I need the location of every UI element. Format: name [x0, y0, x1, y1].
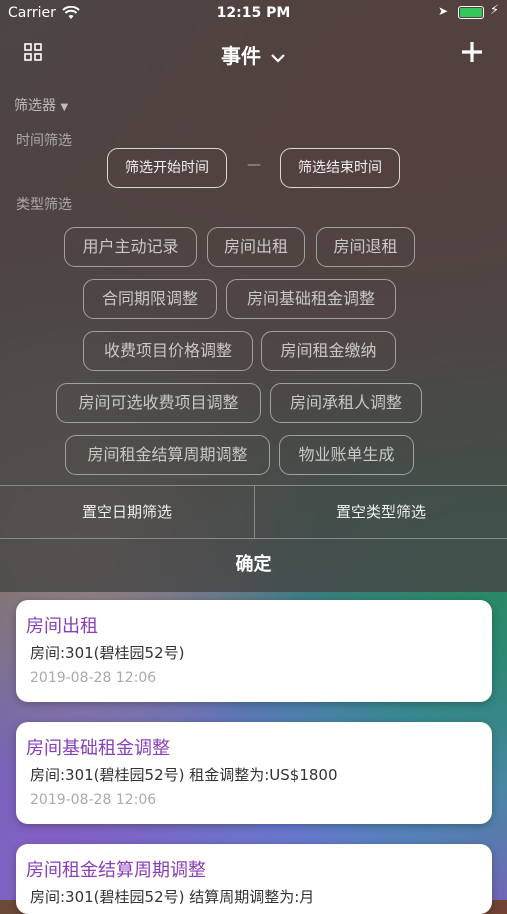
clock: 12:15 PM [216, 5, 291, 21]
battery-icon [458, 6, 484, 19]
type-pill[interactable]: 房间租金结算周期调整 [65, 435, 270, 475]
time-separator: — [247, 157, 261, 173]
event-detail: 房间:301(碧桂园52号) 租金调整为:US$1800 [30, 766, 338, 784]
chevron-down-icon [271, 53, 285, 63]
type-pill[interactable]: 房间可选收费项目调整 [56, 383, 261, 423]
confirm-button[interactable]: 确定 [0, 540, 507, 590]
type-pill[interactable]: 房间出租 [207, 227, 305, 267]
type-pill[interactable]: 合同期限调整 [83, 279, 217, 319]
time-filter-label: 时间筛选 [16, 133, 72, 149]
event-title: 房间基础租金调整 [26, 738, 170, 759]
type-pill[interactable]: 房间基础租金调整 [226, 279, 396, 319]
event-card[interactable]: 房间出租 房间:301(碧桂园52号) 2019-08-28 12:06 [16, 600, 492, 702]
filter-label: 筛选器 [14, 98, 56, 114]
status-bar: Carrier 12:15 PM ➤ ⚡ [0, 0, 507, 28]
end-time-button[interactable]: 筛选结束时间 [280, 148, 400, 188]
caret-down-icon: ▼ [60, 102, 69, 113]
type-pill[interactable]: 房间退租 [316, 227, 415, 267]
type-pill[interactable]: 用户主动记录 [64, 227, 197, 267]
clear-buttons-row: 置空日期筛选 置空类型筛选 [0, 485, 507, 539]
type-filter-label: 类型筛选 [16, 197, 72, 213]
type-pill[interactable]: 收费项目价格调整 [83, 331, 253, 371]
add-icon[interactable] [459, 39, 485, 65]
event-title: 房间租金结算周期调整 [26, 860, 206, 881]
event-date: 2019-08-28 12:06 [30, 670, 157, 686]
type-pill[interactable]: 房间承租人调整 [270, 383, 422, 423]
event-detail: 房间:301(碧桂园52号) 结算周期调整为:月 [30, 888, 315, 906]
nav-title[interactable]: 事件 [0, 40, 507, 69]
location-icon: ➤ [438, 4, 449, 18]
event-card[interactable]: 房间基础租金调整 房间:301(碧桂园52号) 租金调整为:US$1800 20… [16, 722, 492, 824]
page-title: 事件 [221, 44, 262, 68]
clear-date-button[interactable]: 置空日期筛选 [0, 486, 254, 538]
event-detail: 房间:301(碧桂园52号) [30, 644, 185, 662]
type-pill[interactable]: 房间租金缴纳 [261, 331, 396, 371]
type-pill[interactable]: 物业账单生成 [279, 435, 414, 475]
event-date: 2019-08-28 12:06 [30, 792, 157, 808]
charging-icon: ⚡ [490, 3, 500, 18]
event-card[interactable]: 房间租金结算周期调整 房间:301(碧桂园52号) 结算周期调整为:月 [16, 844, 492, 914]
event-title: 房间出租 [26, 616, 98, 637]
start-time-button[interactable]: 筛选开始时间 [107, 148, 227, 188]
filter-dropdown[interactable]: 筛选器 ▼ [14, 95, 68, 115]
nav-bar: 事件 [0, 30, 507, 74]
clear-type-button[interactable]: 置空类型筛选 [255, 486, 507, 538]
